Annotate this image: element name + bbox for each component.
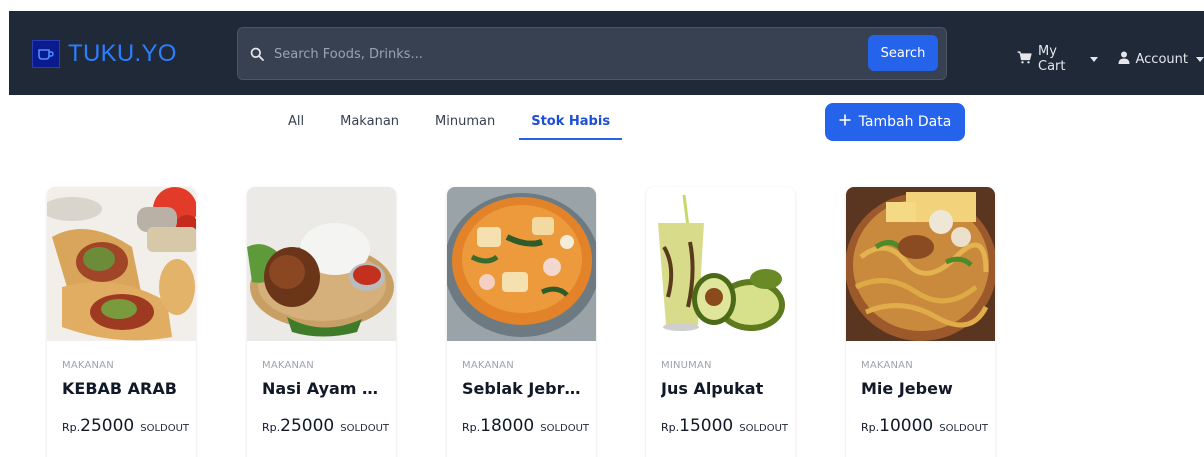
currency-label: Rp.	[861, 421, 880, 434]
search-bar: Search	[237, 27, 947, 80]
brand-logo[interactable]: TUKU.YO	[32, 40, 177, 68]
chevron-down-icon	[1089, 56, 1098, 62]
product-image	[47, 187, 196, 341]
search-button[interactable]: Search	[868, 35, 938, 71]
product-price: Rp. 15000 SOLDOUT	[661, 416, 788, 436]
product-name: Jus Alpukat	[661, 379, 764, 398]
product-name: Mie Jebew	[861, 379, 953, 398]
currency-label: Rp.	[262, 421, 281, 434]
brand-name: TUKU.YO	[68, 40, 177, 67]
product-card[interactable]: MAKANAN Nasi Ayam Bakar Rp. 25000 SOLDOU…	[247, 187, 396, 457]
plus-icon	[839, 114, 851, 130]
product-price: Rp. 10000 SOLDOUT	[861, 416, 988, 436]
search-icon	[250, 46, 264, 65]
currency-label: Rp.	[462, 421, 481, 434]
product-image	[247, 187, 396, 341]
status-badge: SOLDOUT	[939, 423, 989, 434]
product-card[interactable]: MAKANAN Mie Jebew Rp. 10000 SOLDOUT	[846, 187, 995, 457]
product-name: Nasi Ayam Bakar	[262, 379, 381, 398]
status-badge: SOLDOUT	[340, 423, 390, 434]
tab-minuman[interactable]: Minuman	[423, 100, 507, 140]
cart-label: My Cart	[1038, 44, 1066, 74]
status-badge: SOLDOUT	[739, 423, 789, 434]
tab-all[interactable]: All	[276, 100, 316, 140]
product-price: Rp. 25000 SOLDOUT	[62, 416, 189, 436]
product-category: MAKANAN	[62, 360, 114, 371]
product-price: Rp. 25000 SOLDOUT	[262, 416, 389, 436]
tab-stok-habis[interactable]: Stok Habis	[519, 100, 623, 140]
product-price: Rp. 18000 SOLDOUT	[462, 416, 589, 436]
add-data-label: Tambah Data	[858, 114, 952, 130]
user-icon	[1118, 51, 1130, 68]
price-amount: 18000	[480, 416, 535, 436]
product-card[interactable]: MAKANAN Seblak Jebret Rp. 18000 SOLDOUT	[447, 187, 596, 457]
account-label: Account	[1135, 51, 1189, 67]
product-category: MAKANAN	[462, 360, 514, 371]
product-name: KEBAB ARAB	[62, 379, 177, 398]
product-image	[646, 187, 795, 341]
price-amount: 10000	[879, 416, 934, 436]
search-input[interactable]	[274, 40, 854, 68]
cart-menu[interactable]: My Cart	[1017, 44, 1098, 74]
product-category: MINUMAN	[661, 360, 712, 371]
add-data-button[interactable]: Tambah Data	[825, 103, 965, 141]
product-category: MAKANAN	[861, 360, 913, 371]
status-badge: SOLDOUT	[140, 423, 190, 434]
product-card[interactable]: MAKANAN KEBAB ARAB Rp. 25000 SOLDOUT	[47, 187, 196, 457]
nav-right: My Cart Account	[1017, 44, 1204, 74]
cart-icon	[1017, 50, 1032, 68]
product-image	[447, 187, 596, 341]
chevron-down-icon	[1196, 56, 1204, 62]
price-amount: 25000	[80, 416, 135, 436]
navbar: TUKU.YO Search My Cart	[9, 11, 1204, 95]
product-card[interactable]: MINUMAN Jus Alpukat Rp. 15000 SOLDOUT	[646, 187, 795, 457]
product-image	[846, 187, 995, 341]
price-amount: 15000	[679, 416, 734, 436]
product-name: Seblak Jebret	[462, 379, 581, 398]
account-menu[interactable]: Account	[1118, 51, 1204, 68]
cup-icon	[32, 40, 60, 68]
status-badge: SOLDOUT	[540, 423, 590, 434]
price-amount: 25000	[280, 416, 335, 436]
tab-makanan[interactable]: Makanan	[328, 100, 411, 140]
category-tabs: All Makanan Minuman Stok Habis	[276, 100, 623, 140]
product-category: MAKANAN	[262, 360, 314, 371]
currency-label: Rp.	[661, 421, 680, 434]
currency-label: Rp.	[62, 421, 81, 434]
